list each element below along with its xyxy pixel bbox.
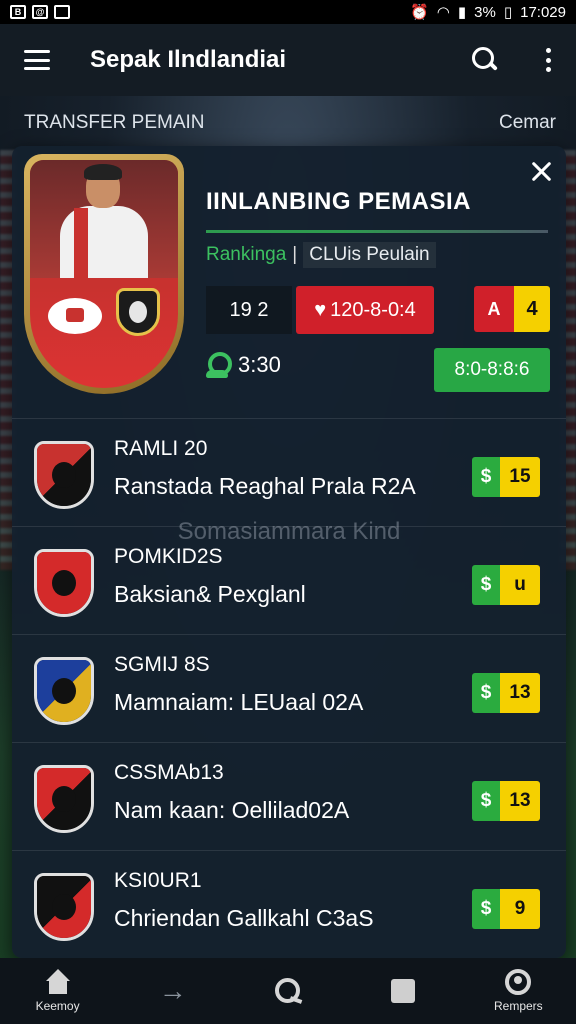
nav-profile-label: Rempers [494,999,543,1013]
currency-icon: $ [472,673,500,713]
search-icon [274,978,301,1004]
nav-profile[interactable]: Rempers [473,969,563,1013]
player-meta: Rankinga | CLUis Peulain [206,242,436,268]
price-value: 15 [500,457,540,497]
price-badge[interactable]: $ 13 [472,781,540,821]
nav-home-label: Keemoy [35,999,80,1013]
profile-icon [505,969,532,995]
price-value: 120-8-0:4 [330,298,416,321]
battery-level: 3% [474,3,496,21]
club-crest-icon [34,765,94,833]
player-stat: 19 2 [206,286,292,334]
home-icon [44,969,72,995]
time-row: 3:30 [206,352,281,378]
price-button[interactable]: ♥ 120-8-0:4 [296,286,434,334]
bottom-navigation: Keemoy → Rempers [0,958,576,1024]
item-desc: Mamnaiam: LEUaal 02A [114,689,364,715]
image-icon [54,5,70,19]
menu-icon[interactable] [24,50,50,70]
status-right: ⏰ ◠ ▮ 3% ▯ 17:029 [410,3,566,22]
item-code: CSSMAb13 [114,761,224,784]
item-desc: Baksian& Pexglanl [114,581,306,607]
nav-square[interactable] [358,979,448,1003]
club-crest-icon [34,657,94,725]
clock-time: 17:029 [520,3,566,21]
heart-icon: ♥ [314,298,327,321]
club-crest-icon [48,298,102,334]
divider [206,230,548,233]
price-badge[interactable]: $ 15 [472,457,540,497]
more-options-icon[interactable] [546,48,552,72]
item-desc: Chriendan Gallkahl C3aS [114,905,374,931]
item-code: KSI0UR1 [114,869,202,892]
item-code: RAMLI 20 [114,437,208,460]
time-value: 3:30 [238,352,281,377]
rating-badge: A 4 [474,286,550,332]
wifi-icon: ◠ [436,4,450,21]
club-crest-icon [34,873,94,941]
nav-forward[interactable]: → [128,977,218,1005]
ranking-label: Rankinga [206,244,287,265]
meta-separator: | [292,244,298,265]
arrow-right-icon: → [158,975,187,1006]
user-icon [206,352,232,378]
list-item[interactable]: SGMIJ 8S Mamnaiam: LEUaal 02A $ 13 [12,634,566,742]
club-crest-icon [34,441,94,509]
search-icon[interactable] [472,47,498,73]
nav-search[interactable] [243,978,333,1004]
nav-home[interactable]: Keemoy [13,969,103,1013]
notification-icon: @ [32,5,48,19]
player-badge [24,154,184,394]
section-action-link[interactable]: Cemar [499,112,556,134]
currency-icon: $ [472,565,500,605]
status-left-icons: B @ [10,5,70,19]
price-value: 13 [500,673,540,713]
list-item[interactable]: POMKID2S Baksian& Pexglanl $ u [12,526,566,634]
close-icon[interactable] [530,160,552,182]
battery-icon: ▯ [503,4,513,21]
currency-icon: $ [472,889,500,929]
list-item[interactable]: RAMLI 20 Ranstada Reaghal Prala R2A $ 15 [12,418,566,526]
price-badge[interactable]: $ 9 [472,889,540,929]
player-name: IINLANBING PEMASIA [206,188,472,215]
item-desc: Ranstada Reaghal Prala R2A [114,473,416,499]
rating-letter: A [474,286,514,332]
status-bar: B @ ⏰ ◠ ▮ 3% ▯ 17:029 [0,0,576,24]
section-header: TRANSFER PEMAIN Cemar [24,112,556,134]
price-value: u [500,565,540,605]
notification-icon: B [10,5,26,19]
club-label: CLUis Peulain [303,242,436,268]
rating-value: 4 [514,286,550,332]
price-value: 9 [500,889,540,929]
list-item[interactable]: KSI0UR1 Chriendan Gallkahl C3aS $ 9 [12,850,566,958]
signal-icon: ▮ [457,4,467,21]
currency-icon: $ [472,457,500,497]
list-item[interactable]: CSSMAb13 Nam kaan: Oellilad02A $ 13 [12,742,566,850]
transfer-list: RAMLI 20 Ranstada Reaghal Prala R2A $ 15… [12,418,566,958]
app-title: Sepak Ilndlandiai [90,46,287,73]
club-crest-icon [34,549,94,617]
square-icon [391,979,416,1003]
item-code: SGMIJ 8S [114,653,210,676]
club-crest-icon [116,288,160,336]
item-code: POMKID2S [114,545,223,568]
transfer-card: IINLANBING PEMASIA Rankinga | CLUis Peul… [12,146,566,958]
item-desc: Nam kaan: Oellilad02A [114,797,350,823]
price-value: 13 [500,781,540,821]
app-bar: Sepak Ilndlandiai [0,24,576,96]
player-photo [30,160,178,278]
section-title: TRANSFER PEMAIN [24,112,205,133]
price-badge[interactable]: $ 13 [472,673,540,713]
price-badge[interactable]: $ u [472,565,540,605]
alarm-icon: ⏰ [410,4,429,21]
bid-button[interactable]: 8:0-8:8:6 [434,348,550,392]
currency-icon: $ [472,781,500,821]
